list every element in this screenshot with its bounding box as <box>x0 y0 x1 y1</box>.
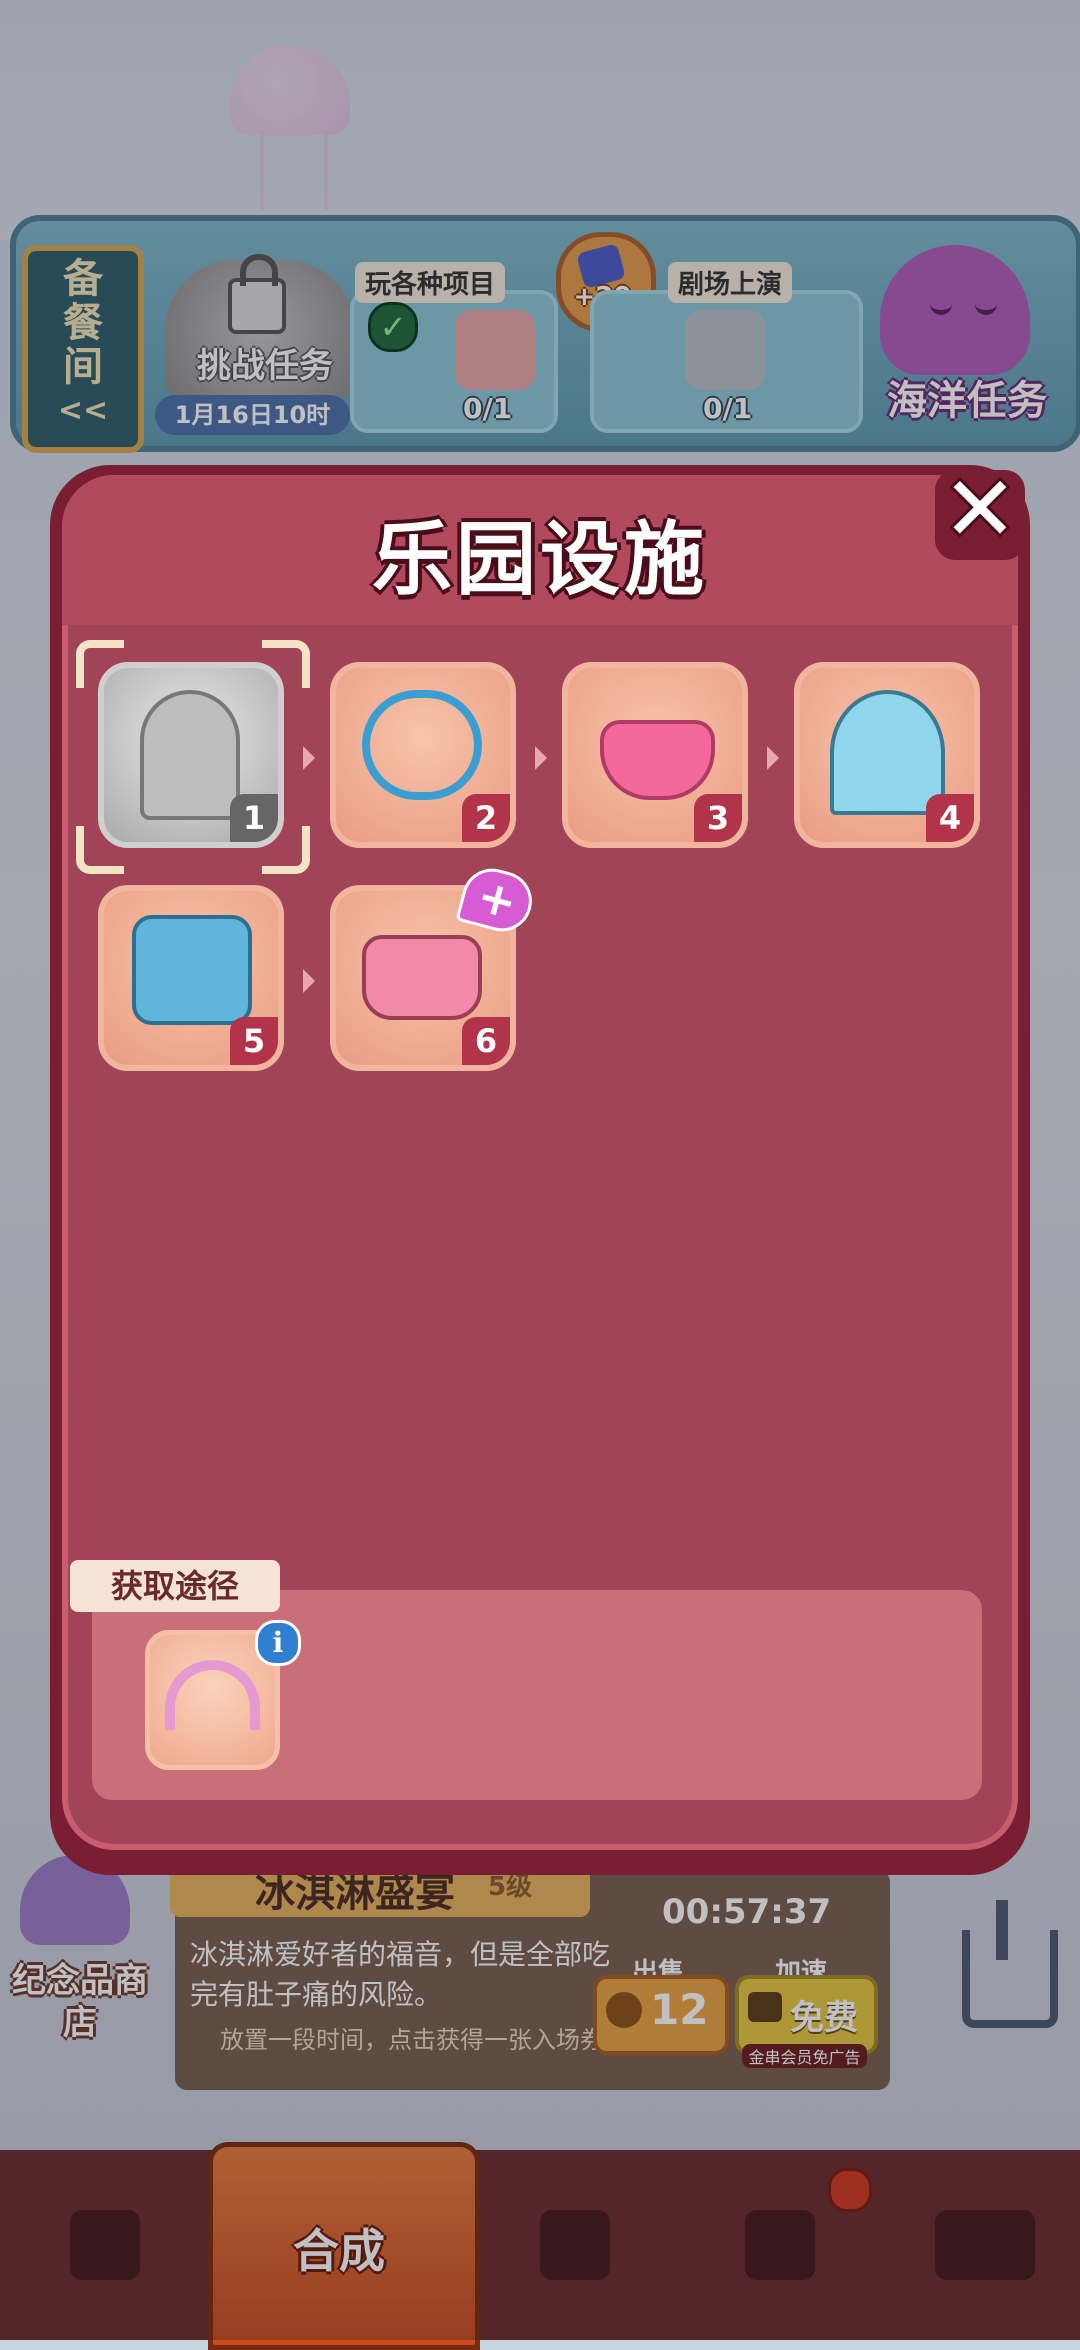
facility-level-2: 2 <box>462 794 510 842</box>
facility-level-5: 5 <box>230 1017 278 1065</box>
haunted-house-icon <box>830 690 945 815</box>
selection-corner-bl <box>76 826 124 874</box>
selection-corner-br <box>262 826 310 874</box>
chevron-right-icon <box>767 746 779 770</box>
selection-corner-tr <box>262 640 310 688</box>
facility-level-6: 6 <box>462 1017 510 1065</box>
facility-level-3: 3 <box>694 794 742 842</box>
source-title: 获取途径 <box>70 1560 280 1612</box>
chevron-right-icon <box>303 746 315 770</box>
chevron-right-icon <box>535 746 547 770</box>
close-icon[interactable]: ✕ <box>935 465 1025 555</box>
modal-title: 乐园设施 <box>372 513 708 606</box>
selection-corner-tl <box>76 640 124 688</box>
bumper-car-icon <box>362 935 482 1020</box>
carousel-icon <box>140 690 240 820</box>
chevron-right-icon <box>303 969 315 993</box>
facility-level-4: 4 <box>926 794 974 842</box>
water-park-icon <box>132 915 252 1025</box>
info-icon[interactable]: i <box>255 1620 301 1666</box>
roller-coaster-icon <box>362 690 482 800</box>
